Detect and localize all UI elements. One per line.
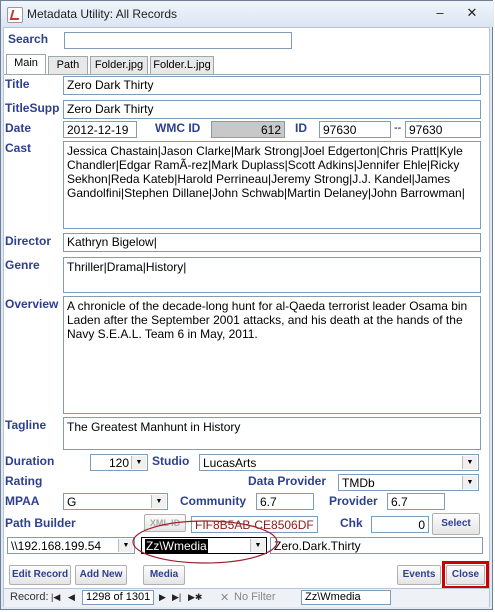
genre-field[interactable]: Thriller|Drama|History| — [63, 257, 481, 293]
filter-status[interactable]: No Filter — [234, 591, 276, 603]
tab-strip-line — [4, 74, 489, 75]
first-record-icon[interactable]: |◀ — [51, 592, 60, 603]
tab-folder-jpg[interactable]: Folder.jpg — [90, 56, 148, 74]
director-label: Director — [5, 234, 52, 248]
app-icon — [7, 7, 23, 23]
overview-label: Overview — [5, 297, 59, 311]
search-input[interactable] — [64, 32, 292, 49]
search-label: Search — [8, 32, 49, 46]
media-button[interactable]: Media — [143, 565, 185, 585]
tab-folder-l-jpg[interactable]: Folder.L.jpg — [150, 56, 214, 74]
record-position-field[interactable]: 1298 of 1301 — [82, 590, 154, 605]
annotation-ellipse — [132, 520, 278, 564]
director-field[interactable]: Kathryn Bigelow| — [63, 233, 481, 252]
prev-record-icon[interactable]: ◀ — [68, 592, 75, 603]
rating-label: Rating — [5, 474, 43, 488]
duration-label: Duration — [5, 454, 55, 468]
window-title: Metadata Utility: All Records — [27, 7, 178, 21]
close-button[interactable]: Close — [446, 565, 485, 585]
chevron-down-icon[interactable]: ▼ — [131, 456, 146, 469]
id-label: ID — [295, 121, 307, 135]
cast-field[interactable]: Jessica Chastain|Jason Clarke|Mark Stron… — [63, 141, 481, 229]
wmc-id-field: 612 — [211, 121, 285, 138]
tab-path[interactable]: Path — [48, 56, 88, 74]
genre-label: Genre — [5, 258, 40, 272]
chk-label: Chk — [340, 516, 363, 530]
last-record-icon[interactable]: ▶| — [172, 592, 181, 603]
cast-label: Cast — [5, 141, 32, 155]
filter-icon[interactable]: ✕ — [220, 591, 229, 604]
title-field[interactable]: Zero Dark Thirty — [63, 76, 481, 95]
next-record-icon[interactable]: ▶ — [159, 592, 166, 603]
studio-label: Studio — [152, 454, 190, 468]
main-window: Metadata Utility: All Records – ✕ Search… — [0, 0, 494, 610]
date-label: Date — [5, 121, 32, 135]
events-button[interactable]: Events — [397, 565, 441, 585]
id-field[interactable]: 97630 — [319, 121, 391, 138]
chevron-down-icon[interactable]: ▼ — [462, 476, 477, 489]
provider-label: Provider — [329, 494, 378, 508]
title-supp-label: TitleSupp — [5, 101, 60, 115]
title-bar: Metadata Utility: All Records – ✕ — [1, 1, 494, 27]
id-field-2[interactable]: 97630 — [405, 121, 481, 138]
tab-main[interactable]: Main — [6, 54, 46, 74]
server-value: \\192.168.199.54 — [11, 539, 102, 553]
select-button[interactable]: Select — [432, 513, 480, 535]
chk-field[interactable]: 0 — [371, 516, 429, 533]
chevron-down-icon[interactable]: ▼ — [462, 456, 477, 469]
date-field[interactable]: 2012-12-19 — [63, 121, 137, 138]
chevron-down-icon[interactable]: ▼ — [151, 495, 166, 508]
provider-field[interactable]: 6.7 — [387, 493, 445, 510]
path-builder-label: Path Builder — [5, 516, 76, 530]
edit-record-button[interactable]: Edit Record — [9, 565, 71, 585]
overview-field[interactable]: A chronicle of the decade-long hunt for … — [63, 296, 481, 414]
title-label: Title — [5, 77, 30, 91]
data-provider-value: TMDb — [342, 476, 375, 490]
studio-select[interactable]: LucasArts ▼ — [199, 454, 479, 471]
new-record-icon[interactable]: ▶✱ — [188, 592, 202, 603]
community-label: Community — [180, 494, 246, 508]
folder-field[interactable]: Zero.Dark.Thirty — [270, 537, 483, 554]
form-area: Search Main Path Folder.jpg Folder.L.jpg… — [3, 27, 490, 607]
tagline-label: Tagline — [5, 418, 47, 432]
wmc-id-label: WMC ID — [155, 121, 201, 135]
server-select[interactable]: \\192.168.199.54 ▼ — [7, 537, 135, 554]
add-new-button[interactable]: Add New — [75, 565, 127, 585]
title-supp-field[interactable]: Zero Dark Thirty — [63, 100, 481, 119]
studio-value: LucasArts — [203, 456, 257, 470]
tagline-field[interactable]: The Greatest Manhunt in History — [63, 417, 481, 450]
record-navigator: Record: |◀ ◀ 1298 of 1301 ▶ ▶| ▶✱ ✕ No F… — [4, 588, 489, 607]
mpaa-label: MPAA — [5, 494, 40, 508]
close-window-button[interactable]: ✕ — [463, 6, 481, 20]
mpaa-select[interactable]: G ▼ — [63, 493, 168, 510]
duration-field[interactable]: 120 ▼ — [90, 454, 148, 471]
id-range-separator: -- — [394, 122, 402, 134]
duration-value: 120 — [108, 456, 129, 470]
navigator-search-input[interactable]: Zz\Wmedia — [301, 590, 391, 605]
data-provider-select[interactable]: TMDb ▼ — [338, 474, 479, 491]
minimize-button[interactable]: – — [431, 6, 449, 20]
community-field[interactable]: 6.7 — [256, 493, 314, 510]
record-label: Record: — [10, 591, 49, 603]
data-provider-label: Data Provider — [248, 474, 327, 488]
mpaa-value: G — [67, 495, 77, 509]
